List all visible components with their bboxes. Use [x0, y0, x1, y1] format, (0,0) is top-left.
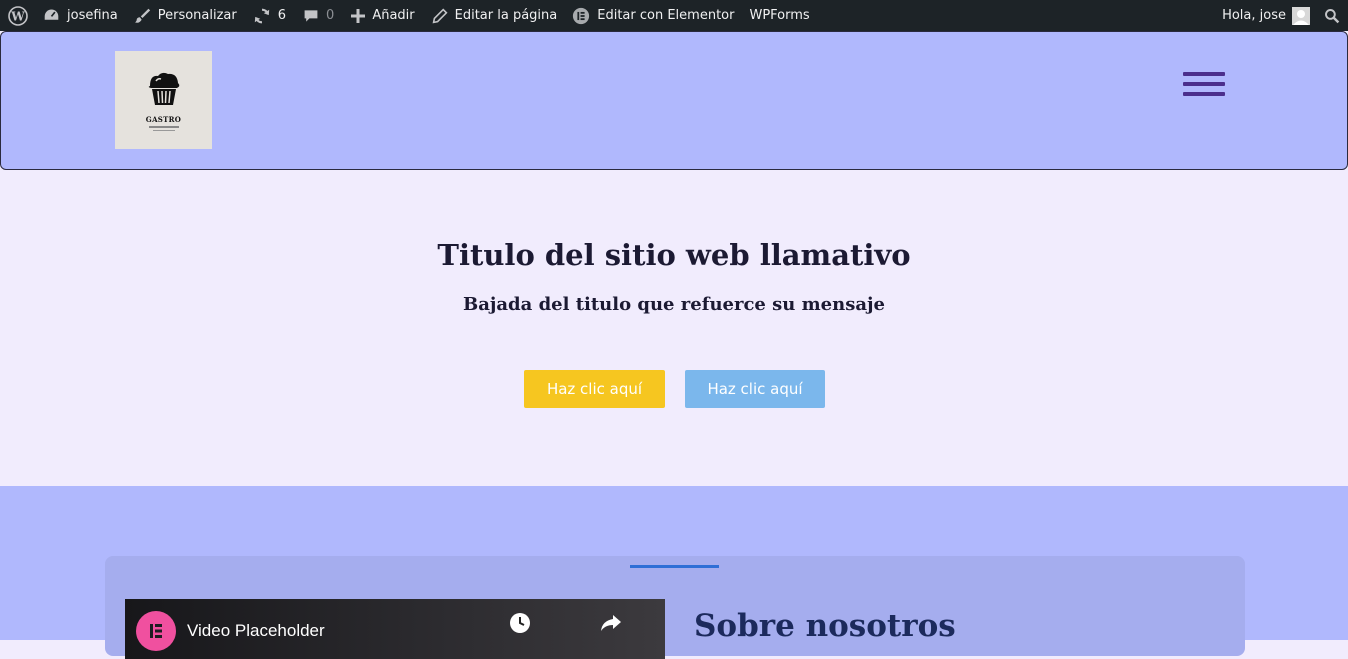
customize-menu[interactable]: Personalizar	[134, 0, 237, 31]
about-section: Video Placeholder Sobre nosotros	[0, 486, 1348, 659]
wp-logo-menu[interactable]: W	[8, 0, 35, 31]
wordpress-icon: W	[8, 5, 28, 26]
dashboard-icon	[43, 7, 60, 24]
updates-icon	[253, 7, 271, 25]
edit-elementor-label: Editar con Elementor	[597, 8, 735, 23]
divider	[630, 565, 719, 568]
updates-count: 6	[277, 8, 287, 23]
wpforms-menu[interactable]: WPForms	[749, 0, 809, 31]
elementor-icon	[136, 611, 176, 651]
video-player[interactable]: Video Placeholder	[125, 599, 665, 659]
elementor-icon	[572, 7, 590, 25]
plus-icon	[351, 8, 366, 23]
cta-button-primary[interactable]: Haz clic aquí	[524, 370, 665, 408]
comment-icon	[303, 8, 319, 24]
search-icon	[1324, 8, 1340, 24]
greeting-label: Hola, jose	[1222, 8, 1286, 23]
avatar	[1292, 6, 1310, 25]
wpforms-label: WPForms	[749, 8, 810, 23]
comments-count: 0	[326, 8, 335, 23]
cta-button-secondary[interactable]: Haz clic aquí	[685, 370, 825, 408]
updates-menu[interactable]: 6	[253, 0, 286, 31]
logo-tagline-line-2	[152, 130, 175, 131]
about-heading: Sobre nosotros	[694, 608, 956, 644]
hero-title: Titulo del sitio web llamativo	[437, 238, 911, 272]
logo-text: GASTRO	[145, 115, 182, 124]
site-name-label: josefina	[67, 8, 118, 23]
add-new-label: Añadir	[372, 8, 415, 23]
site-logo[interactable]: GASTRO	[115, 51, 212, 149]
admin-bar: W josefina Personalizar 6 0 Añadir Edita…	[0, 0, 1348, 31]
muffin-icon	[144, 69, 184, 113]
edit-page-menu[interactable]: Editar la página	[432, 0, 558, 31]
edit-elementor-menu[interactable]: Editar con Elementor	[572, 0, 734, 31]
site-header: GASTRO	[0, 31, 1348, 170]
hamburger-icon[interactable]	[1183, 72, 1225, 96]
customize-label: Personalizar	[157, 8, 237, 23]
watch-later-icon[interactable]	[509, 612, 531, 638]
share-icon[interactable]	[599, 613, 623, 637]
logo-tagline-line	[148, 126, 179, 128]
hero-section: Titulo del sitio web llamativo Bajada de…	[0, 170, 1348, 486]
site-name-menu[interactable]: josefina	[43, 0, 118, 31]
comments-menu[interactable]: 0	[303, 0, 334, 31]
account-menu[interactable]: Hola, jose	[1222, 0, 1310, 31]
hero-subtitle: Bajada del titulo que refuerce su mensaj…	[463, 294, 885, 315]
add-new-menu[interactable]: Añadir	[351, 0, 415, 31]
search-button[interactable]	[1324, 0, 1340, 31]
video-title: Video Placeholder	[187, 621, 325, 640]
brush-icon	[134, 7, 151, 24]
about-card: Video Placeholder Sobre nosotros	[105, 556, 1245, 659]
svg-text:W: W	[10, 9, 25, 23]
edit-page-label: Editar la página	[454, 8, 558, 23]
pencil-icon	[432, 7, 448, 24]
